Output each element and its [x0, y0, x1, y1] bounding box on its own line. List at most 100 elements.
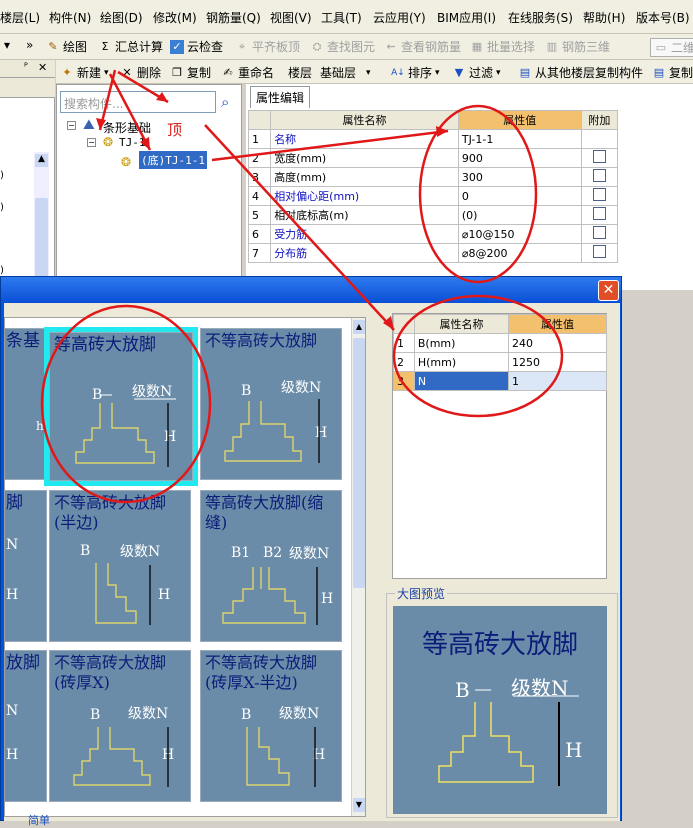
floor-dropdown[interactable]: 基础层 ▾ — [320, 64, 371, 81]
tree-child-label[interactable]: TJ-1 — [119, 136, 146, 149]
section-thumb-unequal-brick[interactable]: 不等高砖大放脚 B 级数N H — [200, 328, 342, 480]
scroll-up-icon[interactable]: ▲ — [35, 154, 48, 167]
section-thumb-partial-left[interactable]: 脚 N H — [5, 490, 47, 642]
section-thumb-partial-left-2[interactable]: 放脚 N H — [5, 650, 47, 802]
draw-button[interactable]: ✎ 绘图 — [46, 38, 87, 55]
copy2-button[interactable]: ▤ 复制 — [652, 64, 693, 81]
summary-calc-button[interactable]: Σ 汇总计算 — [98, 38, 164, 55]
search-input[interactable]: 搜索构件... — [60, 91, 216, 113]
menu-modify[interactable]: 修改(M) — [153, 9, 197, 26]
section-thumb-strip-base[interactable]: 条基 h — [5, 328, 47, 480]
dialog-titlebar[interactable] — [1, 277, 621, 303]
copy-button[interactable]: ❐ 复制 — [170, 64, 211, 81]
layers-icon: ▤ — [653, 65, 665, 79]
pin-icon[interactable]: ᴾ — [24, 62, 28, 73]
column-header-name: 属性名称 — [270, 110, 459, 130]
left-pane-scrollbar[interactable]: ▲ — [34, 152, 49, 290]
column-header-value: 属性值 — [457, 110, 582, 130]
section-thumb-equal-brick[interactable]: 等高砖大放脚 B 级数N H — [44, 327, 198, 486]
rebar-icon: ⇜ — [386, 39, 396, 53]
extra-checkbox[interactable] — [592, 226, 606, 239]
table-row[interactable]: 3 高度(mm) 300 — [247, 167, 619, 187]
section-thumb-unequal-thick[interactable]: 不等高砖大放脚(砖厚X) B 级数N H — [49, 650, 191, 802]
table-row[interactable]: 7 分布筋 ⌀8@200 — [247, 243, 619, 263]
tree-fragment-1: ) — [0, 170, 4, 181]
tree-root-label[interactable]: 条形基础 — [103, 119, 151, 136]
new-icon: ✦ — [62, 65, 72, 79]
menu-rebar[interactable]: 钢筋量(Q) — [206, 9, 261, 26]
scroll-thumb[interactable] — [353, 338, 365, 588]
scroll-thumb[interactable] — [35, 198, 48, 278]
menu-view[interactable]: 视图(V) — [270, 9, 312, 26]
table-row[interactable]: 4 相对偏心距(mm) 0 — [247, 186, 619, 206]
section-thumb-unequal-half[interactable]: 不等高砖大放脚(半边) B 级数N H — [49, 490, 191, 642]
close-icon[interactable]: ✕ — [38, 61, 47, 74]
menu-help[interactable]: 帮助(H) — [583, 9, 625, 26]
extra-checkbox[interactable] — [592, 150, 606, 163]
rename-button[interactable]: ✍ 重命名 — [221, 64, 274, 81]
main-toolbar: ▾ » ✎ 绘图 Σ 汇总计算 ✓ 云检查 ⌖ 平齐板顶 ⛭ 查找图元 ⇜ 查看钢筋量 ▦ 批… — [0, 34, 693, 60]
tree-leaf-selected[interactable]: (底)TJ-1-1 — [139, 151, 207, 169]
overflow-icon[interactable]: » — [26, 38, 33, 52]
delete-button[interactable]: ✕ 删除 — [120, 64, 161, 81]
table-row[interactable]: 1 B(mm) 240 — [393, 333, 607, 353]
section-thumbnail-grid: 条基 h 等高砖大放脚 B 级数N H 不等高砖大放脚 B 级数N H 脚 N … — [4, 317, 366, 817]
cube-icon: ▥ — [546, 39, 558, 53]
rebar-3d-button[interactable]: ▥ 钢筋三维 — [545, 38, 610, 55]
extra-checkbox[interactable] — [592, 169, 606, 182]
thumbnail-scrollbar[interactable]: ▲ ▼ — [351, 318, 365, 816]
new-button[interactable]: ✦ 新建 ▾ — [60, 64, 108, 81]
cloud-check-button[interactable]: ✓ 云检查 — [170, 38, 223, 55]
expand-toggle-icon[interactable]: − — [67, 121, 76, 130]
filter-button[interactable]: ▼ 过滤 ▾ — [452, 64, 501, 81]
menu-tools[interactable]: 工具(T) — [321, 9, 362, 26]
sort-button[interactable]: A↓ 排序 ▾ — [391, 64, 439, 81]
property-table: 属性名称 属性值 附加 1 名称 TJ-1-1 2 宽度(mm) 900 3 高度(mm)… — [247, 110, 619, 263]
table-row[interactable]: 5 相对底标高(m) (0) — [247, 205, 619, 225]
view-rebar-button[interactable]: ⇜ 查看钢筋量 — [384, 38, 461, 55]
table-row[interactable]: 2 宽度(mm) 900 — [247, 148, 619, 168]
table-row[interactable]: 6 受力筋 ⌀10@150 — [247, 224, 619, 244]
chevron-down-icon: ▾ — [366, 67, 371, 78]
section-thumb-equal-shrink[interactable]: 等高砖大放脚(缩缝) B1 B2 级数N H — [200, 490, 342, 642]
menu-draw[interactable]: 绘图(D) — [100, 9, 143, 26]
table-row[interactable]: 2 H(mm) 1250 — [393, 352, 607, 372]
align-slab-top-button[interactable]: ⌖ 平齐板顶 — [235, 38, 300, 55]
table-row-selected[interactable]: 3N1 — [393, 371, 607, 391]
menu-cloud[interactable]: 云应用(Y) — [373, 9, 426, 26]
scroll-up-icon[interactable]: ▲ — [353, 320, 365, 334]
menu-floor[interactable]: 楼层(L) — [0, 9, 40, 26]
batch-select-button[interactable]: ▦ 批量选择 — [470, 38, 535, 55]
2d-view-dropdown[interactable]: ▭ 二维 — [650, 38, 693, 57]
equal-brick-diagram — [75, 394, 176, 467]
extra-checkbox[interactable] — [592, 245, 606, 258]
close-button[interactable]: ✕ — [598, 280, 619, 301]
table-row[interactable]: 1 名称 TJ-1-1 — [247, 129, 619, 149]
menu-bim[interactable]: BIM应用(I) — [437, 9, 496, 26]
table-header-row: 属性名称 属性值 附加 — [247, 110, 619, 130]
scroll-down-icon[interactable]: ▼ — [353, 798, 365, 812]
draw-icon: ✎ — [48, 39, 58, 53]
section-thumb-unequal-thick-half[interactable]: 不等高砖大放脚(砖厚X-半边) B 级数N H — [200, 650, 342, 802]
grid-icon: ▦ — [471, 39, 483, 53]
expand-toggle-icon[interactable]: − — [87, 138, 96, 147]
find-element-button[interactable]: ⛭ 查找图元 — [310, 38, 375, 55]
tab-simple[interactable]: 简单 — [28, 812, 50, 828]
filter-icon: ▼ — [454, 65, 464, 79]
section-property-panel: 属性名称 属性值 1 B(mm) 240 2 H(mm) 1250 3N1 — [392, 313, 607, 579]
left-pane-tab-strip — [0, 78, 55, 98]
menu-component[interactable]: 构件(N) — [49, 9, 91, 26]
menu-version[interactable]: 版本号(B) — [636, 9, 690, 26]
menu-bar: 楼层(L) 构件(N) 绘图(D) 修改(M) 钢筋量(Q) 视图(V) 工具(… — [0, 0, 693, 34]
tab-property-edit[interactable]: 属性编辑 — [250, 86, 311, 108]
copy-from-floor-button[interactable]: ▤ 从其他楼层复制构件 — [518, 64, 643, 81]
menu-online[interactable]: 在线服务(S) — [508, 9, 573, 26]
delete-icon: ✕ — [122, 65, 132, 79]
search-icon[interactable]: ⌕ — [221, 93, 229, 111]
extra-checkbox[interactable] — [592, 188, 606, 201]
unequal-half-diagram — [95, 563, 151, 625]
extra-checkbox[interactable] — [592, 207, 606, 220]
tree-fragment-2: ) — [0, 202, 4, 213]
chevron-down-icon[interactable]: ▾ — [4, 38, 10, 52]
align-icon: ⌖ — [238, 39, 246, 53]
